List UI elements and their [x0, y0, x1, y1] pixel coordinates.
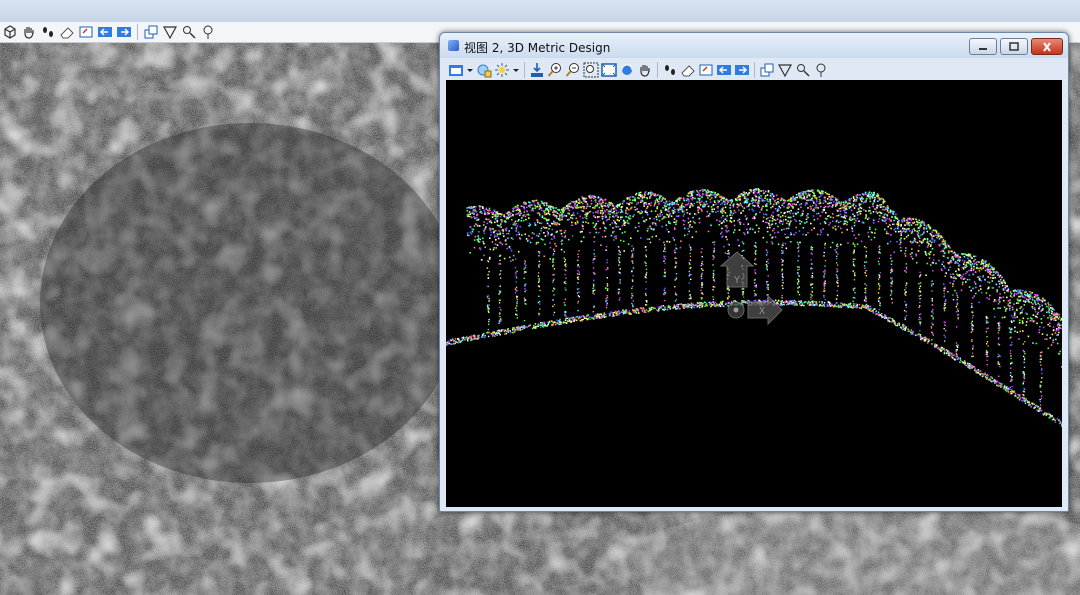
- walk-footprint-icon[interactable]: [662, 62, 678, 78]
- view-back-icon[interactable]: [97, 24, 113, 40]
- clip-volume-icon[interactable]: [777, 62, 793, 78]
- top-title-strip: [0, 0, 1080, 22]
- close-icon: [1043, 41, 1051, 52]
- maximize-button[interactable]: [1000, 38, 1028, 55]
- eraser-icon[interactable]: [59, 24, 75, 40]
- view-window-icon: [448, 40, 459, 51]
- dropdown-icon[interactable]: [512, 62, 520, 78]
- clip-mask-icon[interactable]: [181, 24, 197, 40]
- copy-view-icon[interactable]: [759, 62, 775, 78]
- toolbar-separator: [137, 24, 138, 40]
- toolbar-separator: [657, 61, 658, 78]
- update-view-icon[interactable]: [529, 62, 545, 78]
- view-window[interactable]: 视图 2, 3D Metric Design Y X: [439, 32, 1069, 512]
- view-forward-icon[interactable]: [116, 24, 132, 40]
- dropdown-icon[interactable]: [466, 62, 474, 78]
- minimize-button[interactable]: [969, 38, 997, 55]
- view-toolbar: [446, 59, 1064, 80]
- view-previous-icon[interactable]: [698, 62, 714, 78]
- window-area-icon[interactable]: [583, 62, 599, 78]
- window-title: 视图 2, 3D Metric Design: [464, 41, 611, 55]
- view-back-icon[interactable]: [716, 62, 732, 78]
- rotate-view-icon[interactable]: [619, 62, 635, 78]
- view-rotation-gizmo-icon: Y X: [719, 251, 783, 326]
- clip-mask-icon[interactable]: [795, 62, 811, 78]
- 3d-view-canvas[interactable]: Y X: [446, 80, 1062, 507]
- marker-icon[interactable]: [200, 24, 216, 40]
- eraser-icon[interactable]: [680, 62, 696, 78]
- toolbar-separator: [754, 61, 755, 78]
- side-view-point-cloud: Y X: [446, 188, 1062, 427]
- close-button[interactable]: [1031, 38, 1063, 55]
- zoom-out-icon[interactable]: [565, 62, 581, 78]
- view-cube-icon[interactable]: [2, 24, 18, 40]
- marker-icon[interactable]: [813, 62, 829, 78]
- pan-view-icon[interactable]: [637, 62, 653, 78]
- view-previous-icon[interactable]: [78, 24, 94, 40]
- display-style-icon[interactable]: [476, 62, 492, 78]
- lighting-icon[interactable]: [494, 62, 510, 78]
- walk-footprint-icon[interactable]: [40, 24, 56, 40]
- window-titlebar[interactable]: 视图 2, 3D Metric Design: [440, 33, 1068, 58]
- toolbar-separator: [524, 61, 525, 78]
- clip-volume-icon[interactable]: [162, 24, 178, 40]
- minimize-icon: [979, 47, 987, 50]
- zoom-in-icon[interactable]: [547, 62, 563, 78]
- pan-hand-icon[interactable]: [21, 24, 37, 40]
- view-forward-icon[interactable]: [734, 62, 750, 78]
- fit-view-icon[interactable]: [601, 62, 617, 78]
- maximize-icon: [1009, 41, 1019, 51]
- view-attributes-icon[interactable]: [448, 62, 464, 78]
- copy-view-icon[interactable]: [143, 24, 159, 40]
